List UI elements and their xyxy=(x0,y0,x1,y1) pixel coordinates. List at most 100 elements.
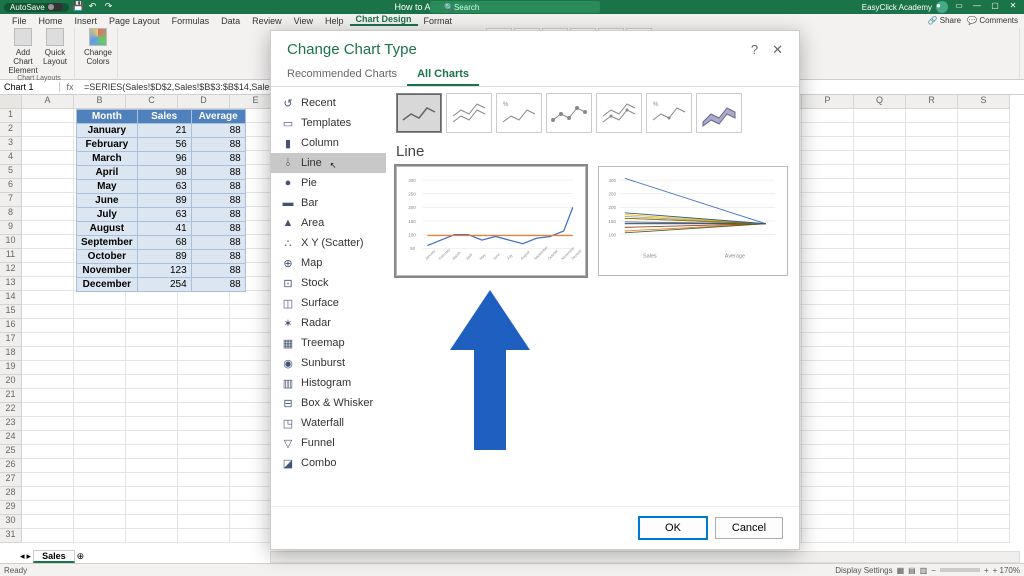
cell[interactable] xyxy=(178,529,230,543)
view-normal-icon[interactable]: ▦ xyxy=(897,566,905,575)
cell[interactable] xyxy=(802,333,854,347)
cell[interactable] xyxy=(854,235,906,249)
cell[interactable] xyxy=(958,487,1010,501)
cell[interactable] xyxy=(958,473,1010,487)
cell[interactable] xyxy=(854,473,906,487)
row-header[interactable]: 9 xyxy=(0,221,22,235)
row-header[interactable]: 28 xyxy=(0,487,22,501)
cell[interactable] xyxy=(22,137,74,151)
cell[interactable] xyxy=(958,193,1010,207)
dialog-close-icon[interactable]: ✕ xyxy=(772,42,783,58)
cell[interactable] xyxy=(22,165,74,179)
cell[interactable] xyxy=(126,417,178,431)
row-header[interactable]: 10 xyxy=(0,235,22,249)
view-page-icon[interactable]: ▤ xyxy=(908,566,916,575)
cell[interactable] xyxy=(802,123,854,137)
cell[interactable] xyxy=(854,417,906,431)
cell[interactable] xyxy=(22,473,74,487)
col-header[interactable]: P xyxy=(802,95,854,109)
row-header[interactable]: 23 xyxy=(0,417,22,431)
col-header[interactable]: Q xyxy=(854,95,906,109)
cell[interactable] xyxy=(178,375,230,389)
cell[interactable] xyxy=(126,515,178,529)
cell[interactable] xyxy=(802,179,854,193)
cell[interactable] xyxy=(906,487,958,501)
cell[interactable] xyxy=(74,459,126,473)
cell[interactable] xyxy=(22,389,74,403)
cell[interactable] xyxy=(958,403,1010,417)
cell[interactable] xyxy=(958,347,1010,361)
cell[interactable] xyxy=(74,473,126,487)
cell[interactable] xyxy=(802,277,854,291)
cell[interactable] xyxy=(802,263,854,277)
col-header[interactable]: S xyxy=(958,95,1010,109)
cell[interactable] xyxy=(906,165,958,179)
cell[interactable] xyxy=(802,431,854,445)
row-header[interactable]: 22 xyxy=(0,403,22,417)
cell[interactable] xyxy=(178,445,230,459)
cell[interactable] xyxy=(802,193,854,207)
cell[interactable] xyxy=(178,515,230,529)
cell[interactable] xyxy=(906,151,958,165)
undo-icon[interactable]: ↶ xyxy=(89,1,101,13)
subtype-100-stacked-line[interactable]: % xyxy=(496,93,542,133)
cancel-button[interactable]: Cancel xyxy=(715,517,783,539)
cell[interactable] xyxy=(854,445,906,459)
cell[interactable] xyxy=(22,179,74,193)
row-header[interactable]: 16 xyxy=(0,319,22,333)
cell[interactable] xyxy=(22,109,74,123)
cell[interactable] xyxy=(802,305,854,319)
cell[interactable] xyxy=(958,459,1010,473)
row-header[interactable]: 5 xyxy=(0,165,22,179)
cell[interactable] xyxy=(178,417,230,431)
cell[interactable] xyxy=(802,473,854,487)
cell[interactable] xyxy=(178,403,230,417)
row-header[interactable]: 1 xyxy=(0,109,22,123)
cell[interactable] xyxy=(22,375,74,389)
cell[interactable] xyxy=(126,375,178,389)
col-header[interactable]: C xyxy=(126,95,178,109)
row-header[interactable]: 29 xyxy=(0,501,22,515)
cell[interactable] xyxy=(126,459,178,473)
cell[interactable] xyxy=(958,389,1010,403)
row-header[interactable]: 7 xyxy=(0,193,22,207)
chart-category-radar[interactable]: ✶Radar xyxy=(271,313,386,333)
cell[interactable] xyxy=(178,291,230,305)
chart-category-map[interactable]: ⊕Map xyxy=(271,253,386,273)
row-header[interactable]: 20 xyxy=(0,375,22,389)
cell[interactable] xyxy=(854,165,906,179)
cell[interactable] xyxy=(906,515,958,529)
chart-category-funnel[interactable]: ▽Funnel xyxy=(271,433,386,453)
cell[interactable] xyxy=(802,165,854,179)
cell[interactable] xyxy=(178,333,230,347)
cell[interactable] xyxy=(22,305,74,319)
tab-data[interactable]: Data xyxy=(215,16,246,26)
cell[interactable] xyxy=(126,473,178,487)
subtype-stacked-line-markers[interactable] xyxy=(596,93,642,133)
cell[interactable] xyxy=(802,347,854,361)
zoom-in-icon[interactable]: + xyxy=(984,566,989,575)
help-icon[interactable]: ? xyxy=(751,42,758,58)
cell[interactable] xyxy=(74,347,126,361)
cell[interactable] xyxy=(958,235,1010,249)
cell[interactable] xyxy=(854,109,906,123)
cell[interactable] xyxy=(126,319,178,333)
row-header[interactable]: 31 xyxy=(0,529,22,543)
cell[interactable] xyxy=(802,319,854,333)
cell[interactable] xyxy=(906,221,958,235)
col-header[interactable]: A xyxy=(22,95,74,109)
row-header[interactable]: 24 xyxy=(0,431,22,445)
tab-review[interactable]: Review xyxy=(246,16,288,26)
minimize-icon[interactable]: — xyxy=(970,1,984,13)
cell[interactable] xyxy=(958,123,1010,137)
search-box[interactable]: 🔍 Search xyxy=(430,1,600,13)
cell[interactable] xyxy=(906,375,958,389)
tab-help[interactable]: Help xyxy=(319,16,350,26)
cell[interactable] xyxy=(906,501,958,515)
cell[interactable] xyxy=(74,515,126,529)
subtype-3d-line[interactable] xyxy=(696,93,742,133)
cell[interactable] xyxy=(906,193,958,207)
cell[interactable] xyxy=(74,487,126,501)
share-button[interactable]: 🔗 Share xyxy=(928,16,962,25)
cell[interactable] xyxy=(22,249,74,263)
